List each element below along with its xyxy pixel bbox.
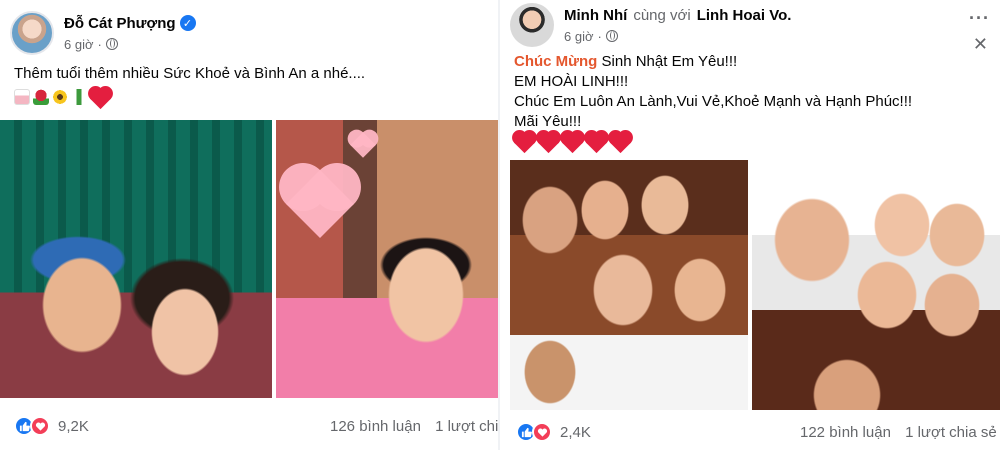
reactions-count: 2,4K bbox=[560, 423, 591, 441]
heart-emoji-icon bbox=[609, 131, 632, 154]
sunflower-emoji-icon bbox=[52, 89, 68, 105]
hearts-row bbox=[513, 131, 632, 154]
reactions-summary[interactable]: 2,4K bbox=[516, 420, 591, 444]
tagged-name[interactable]: Linh Hoai Vo. bbox=[697, 7, 792, 24]
greeting-line-1: Chúc Mừng Sinh Nhật Em Yêu!!! bbox=[514, 52, 737, 71]
post-actions: ··· bbox=[969, 8, 990, 29]
love-reaction-icon bbox=[30, 416, 50, 436]
engagement-stats: 126 bình luận 1 lượt chia sẻ bbox=[330, 418, 500, 435]
right-post-header: Minh Nhí cùng với Linh Hoai Vo. 6 giờ · bbox=[510, 0, 791, 50]
post-photo-1[interactable] bbox=[0, 120, 272, 398]
heart-emoji-icon bbox=[585, 131, 608, 154]
comments-count[interactable]: 126 bình luận bbox=[330, 418, 421, 435]
post-photo-2[interactable] bbox=[752, 160, 1000, 410]
more-icon[interactable]: ··· bbox=[969, 8, 990, 29]
greeting-line-2: EM HOÀI LINH!!! bbox=[514, 73, 629, 90]
greeting-rest: Sinh Nhật Em Yêu!!! bbox=[601, 53, 738, 70]
author-name[interactable]: Đỗ Cát Phượng bbox=[64, 15, 176, 32]
love-reaction-icon bbox=[532, 422, 552, 442]
reactions-summary[interactable]: 9,2K bbox=[14, 414, 89, 438]
heart-emoji-icon bbox=[513, 131, 536, 154]
author-block: Đỗ Cát Phượng ✓ 6 giờ · bbox=[64, 15, 196, 52]
globe-icon bbox=[605, 30, 618, 42]
post-photo-2[interactable] bbox=[276, 120, 500, 398]
verified-icon: ✓ bbox=[179, 15, 196, 31]
post-meta: 6 giờ · bbox=[64, 37, 196, 52]
globe-icon bbox=[105, 38, 118, 50]
author-block: Minh Nhí cùng với Linh Hoai Vo. 6 giờ · bbox=[564, 7, 791, 44]
author-name[interactable]: Minh Nhí bbox=[564, 7, 627, 24]
close-icon[interactable]: ✕ bbox=[973, 34, 988, 55]
heart-emoji-icon bbox=[561, 131, 584, 154]
heart-emoji-icon bbox=[89, 87, 112, 110]
post-meta: 6 giờ · bbox=[564, 29, 791, 44]
greeting-highlight: Chúc Mừng bbox=[514, 53, 598, 70]
post-photo-1[interactable] bbox=[510, 160, 748, 410]
author-line: Đỗ Cát Phượng ✓ bbox=[64, 15, 196, 32]
cake-emoji-icon bbox=[14, 89, 30, 105]
shares-count[interactable]: 1 lượt chia sẻ bbox=[435, 418, 500, 435]
comments-count[interactable]: 122 bình luận bbox=[800, 424, 891, 441]
cactus-emoji-icon bbox=[71, 89, 87, 105]
post-text: Thêm tuổi thêm nhiều Sức Khoẻ và Bình An… bbox=[14, 65, 366, 82]
rose-emoji-icon bbox=[33, 89, 49, 105]
greeting-line-4: Mãi Yêu!!! bbox=[514, 113, 582, 130]
emoji-row bbox=[14, 87, 112, 110]
avatar[interactable] bbox=[510, 3, 554, 47]
right-post: Minh Nhí cùng với Linh Hoai Vo. 6 giờ · … bbox=[500, 0, 1000, 450]
shares-count[interactable]: 1 lượt chia sẻ bbox=[905, 424, 997, 441]
heart-emoji-icon bbox=[537, 131, 560, 154]
avatar[interactable] bbox=[10, 11, 54, 55]
greeting-line-3: Chúc Em Luôn An Lành,Vui Vẻ,Khoẻ Mạnh và… bbox=[514, 93, 913, 110]
with-text: cùng với bbox=[633, 6, 691, 24]
post-time[interactable]: 6 giờ bbox=[564, 29, 594, 44]
left-post: Đỗ Cát Phượng ✓ 6 giờ · Thêm tuổi thêm n… bbox=[0, 0, 500, 450]
engagement-stats: 122 bình luận 1 lượt chia sẻ bbox=[800, 424, 997, 441]
author-line: Minh Nhí cùng với Linh Hoai Vo. bbox=[564, 7, 791, 24]
post-time[interactable]: 6 giờ bbox=[64, 37, 94, 52]
left-post-header: Đỗ Cát Phượng ✓ 6 giờ · bbox=[10, 8, 196, 58]
reactions-count: 9,2K bbox=[58, 417, 89, 435]
